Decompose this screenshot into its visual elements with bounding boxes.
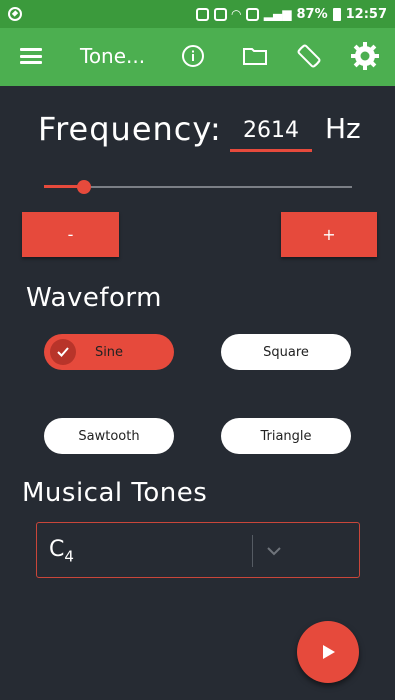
musical-tones-title: Musical Tones (22, 478, 208, 508)
battery-icon (332, 7, 341, 21)
status-icons: ◠ ▂▄▆ 87% 12:57 (195, 6, 387, 22)
slider-thumb[interactable] (77, 180, 92, 194)
check-icon (50, 339, 76, 365)
clock: 12:57 (345, 6, 387, 22)
app-toolbar: Tone... (0, 28, 395, 86)
screen-rotation-icon[interactable] (294, 41, 324, 71)
alarm-icon (195, 7, 209, 21)
menu-icon[interactable] (20, 48, 42, 64)
battery-percent: 87% (296, 6, 328, 22)
decrease-button[interactable]: - (22, 212, 119, 257)
frequency-label: Frequency: (38, 110, 222, 148)
cast-icon (245, 7, 259, 21)
chevron-down-icon (264, 541, 284, 561)
vibrate-icon (213, 7, 227, 21)
waveform-triangle-label: Triangle (260, 428, 312, 444)
status-bar: ◠ ▂▄▆ 87% 12:57 (0, 0, 395, 28)
gear-icon[interactable] (350, 41, 380, 71)
waveform-square-button[interactable]: Square (221, 334, 351, 370)
frequency-input[interactable]: 2614 (230, 118, 312, 152)
waveform-sine-button[interactable]: Sine (44, 334, 174, 370)
info-icon[interactable] (178, 41, 208, 71)
waveform-triangle-button[interactable]: Triangle (221, 418, 351, 454)
frequency-unit: Hz (325, 112, 361, 145)
play-button[interactable] (297, 621, 359, 683)
selected-tone: C4 (49, 537, 74, 566)
wifi-icon: ◠ (231, 7, 241, 21)
play-icon (323, 645, 335, 659)
signal-icon: ▂▄▆ (263, 7, 292, 21)
increase-button[interactable]: + (281, 212, 377, 257)
folder-icon[interactable] (240, 41, 270, 71)
dropdown-divider (252, 535, 253, 567)
app-title: Tone... (80, 44, 146, 68)
notification-icon (8, 7, 22, 21)
waveform-sawtooth-label: Sawtooth (78, 428, 140, 444)
waveform-sine-label: Sine (94, 344, 124, 360)
frequency-slider[interactable] (44, 176, 352, 198)
waveform-sawtooth-button[interactable]: Sawtooth (44, 418, 174, 454)
waveform-square-label: Square (263, 344, 309, 360)
waveform-title: Waveform (26, 283, 162, 313)
musical-tone-dropdown[interactable]: C4 (36, 522, 360, 578)
